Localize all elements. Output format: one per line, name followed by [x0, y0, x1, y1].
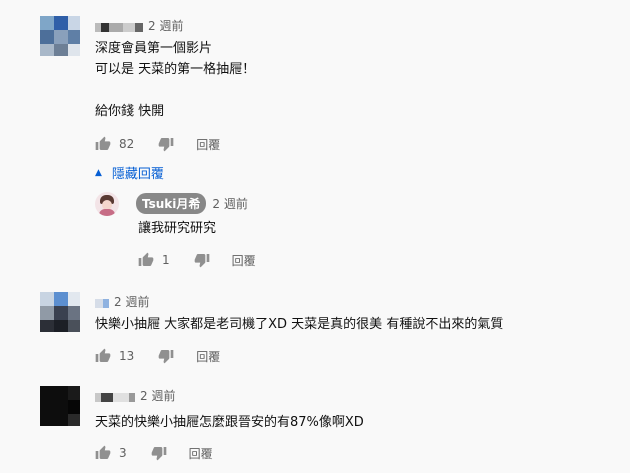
- comment-timestamp[interactable]: 2 週前: [140, 387, 175, 404]
- hide-replies-label: 隱藏回覆: [111, 167, 164, 182]
- author-name-redacted[interactable]: [95, 21, 143, 32]
- comment-line: 快樂小抽屜 大家都是老司機了XD 天菜是真的很美 有種說不出來的氣質: [95, 317, 504, 332]
- comment-text: 天菜的快樂小抽屜怎麼跟晉安的有87%像啊XD: [95, 412, 364, 433]
- hide-replies-button[interactable]: ▲ 隱藏回覆: [95, 163, 164, 182]
- comment-line: 可以是 天菜的第一格抽屜！: [95, 62, 256, 77]
- reply-button[interactable]: 回覆: [232, 252, 256, 269]
- thumb-down-icon[interactable]: [158, 136, 174, 152]
- thumb-down-icon[interactable]: [151, 445, 167, 461]
- author-name-redacted[interactable]: [95, 391, 135, 402]
- thumb-up-icon[interactable]: [95, 348, 111, 364]
- reply-button[interactable]: 回覆: [189, 445, 213, 462]
- avatar[interactable]: [40, 386, 80, 426]
- author-name-redacted[interactable]: [95, 297, 109, 308]
- thumb-up-icon[interactable]: [138, 252, 154, 268]
- avatar[interactable]: [40, 292, 80, 332]
- reply-button[interactable]: 回覆: [196, 136, 220, 153]
- comment-timestamp[interactable]: 2 週前: [212, 195, 247, 212]
- avatar[interactable]: [95, 192, 119, 216]
- comment-line: 深度會員第一個影片: [95, 41, 213, 56]
- like-count: 1: [162, 253, 170, 267]
- author-chip[interactable]: Tsuki月希: [136, 193, 207, 214]
- caret-up-icon: ▲: [95, 167, 102, 178]
- comment-text: 深度會員第一個影片 可以是 天菜的第一格抽屜！ 給你錢 快開: [95, 38, 255, 122]
- comment-actions: 82 回覆: [95, 134, 220, 154]
- like-count: 3: [119, 446, 127, 460]
- comment-line: 讓我研究研究: [138, 221, 217, 236]
- comment-line: 天菜的快樂小抽屜怎麼跟晉安的有87%像啊XD: [95, 415, 364, 430]
- thumb-up-icon[interactable]: [95, 445, 111, 461]
- comment-text: 讓我研究研究: [138, 218, 216, 239]
- avatar[interactable]: [40, 16, 80, 56]
- thumb-down-icon[interactable]: [194, 252, 210, 268]
- like-count: 82: [119, 137, 135, 151]
- reply-button[interactable]: 回覆: [196, 348, 220, 365]
- thumb-up-icon[interactable]: [95, 136, 111, 152]
- comment-timestamp[interactable]: 2 週前: [114, 293, 149, 310]
- thumb-down-icon[interactable]: [158, 348, 174, 364]
- comment-text: 快樂小抽屜 大家都是老司機了XD 天菜是真的很美 有種說不出來的氣質: [95, 314, 503, 335]
- comment-line: [95, 80, 255, 101]
- comment-line: 給你錢 快開: [95, 104, 165, 119]
- comment-actions: 13 回覆: [95, 346, 220, 366]
- comment-actions: 1 回覆: [138, 250, 256, 270]
- comment-actions: 3 回覆: [95, 443, 213, 463]
- like-count: 13: [119, 349, 135, 363]
- comment-timestamp[interactable]: 2 週前: [148, 17, 183, 34]
